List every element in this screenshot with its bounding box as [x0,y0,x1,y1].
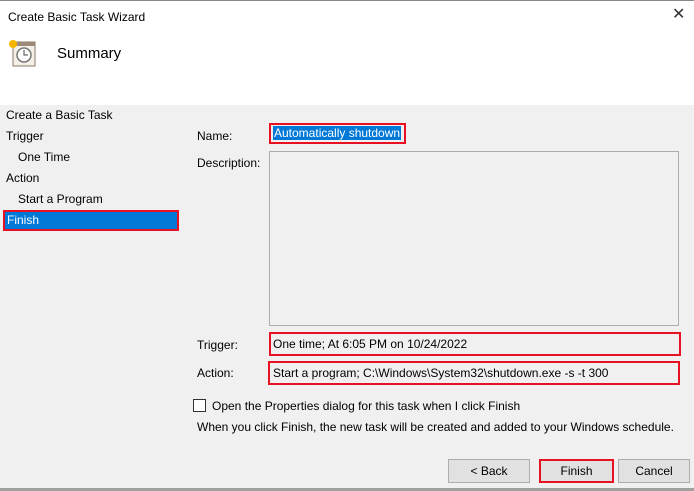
nav-start-program[interactable]: Start a Program [18,189,103,209]
finish-button[interactable]: Finish [539,459,614,483]
nav-one-time[interactable]: One Time [18,147,70,167]
info-text: When you click Finish, the new task will… [197,420,674,434]
open-properties-checkbox[interactable] [193,399,206,412]
nav-trigger[interactable]: Trigger [6,126,44,146]
name-value: Automatically shutdown [273,126,402,140]
cancel-button[interactable]: Cancel [618,459,690,483]
open-properties-label[interactable]: Open the Properties dialog for this task… [212,399,520,413]
description-field[interactable] [269,151,679,326]
nav-action[interactable]: Action [6,168,39,188]
trigger-label: Trigger: [197,338,238,352]
name-label: Name: [197,129,233,143]
action-value: Start a program; C:\Windows\System32\shu… [268,361,680,385]
close-icon[interactable]: ✕ [672,4,685,24]
description-label: Description: [197,156,261,170]
page-heading: Summary [57,45,122,62]
nav-finish[interactable]: Finish [3,210,179,231]
task-scheduler-icon [9,40,36,67]
back-button[interactable]: < Back [448,459,530,483]
trigger-value: One time; At 6:05 PM on 10/24/2022 [269,332,681,356]
window-title: Create Basic Task Wizard [8,10,146,24]
nav-create-basic-task[interactable]: Create a Basic Task [6,105,113,125]
action-label: Action: [197,366,234,380]
name-field[interactable]: Automatically shutdown [269,123,406,144]
